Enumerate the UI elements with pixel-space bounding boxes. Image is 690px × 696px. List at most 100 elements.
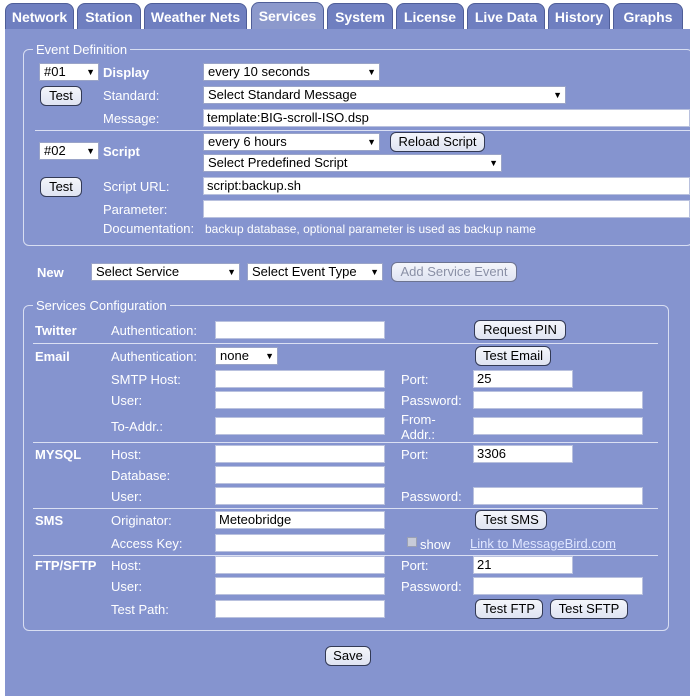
event-separator xyxy=(35,130,690,131)
email-auth-select[interactable]: none ▼ xyxy=(215,347,278,365)
ftp-port-input[interactable]: 21 xyxy=(473,556,573,574)
chevron-down-icon: ▼ xyxy=(227,267,236,277)
to-addr-label: To-Addr.: xyxy=(111,419,164,434)
event1-standard-select[interactable]: Select Standard Message ▼ xyxy=(203,86,566,104)
mysql-user-input[interactable] xyxy=(215,487,385,505)
messagebird-link[interactable]: Link to MessageBird.com xyxy=(470,536,616,551)
select-service-value: Select Service xyxy=(96,264,180,279)
request-pin-button[interactable]: Request PIN xyxy=(474,320,566,340)
test-path-input[interactable] xyxy=(215,600,385,618)
select-service-dropdown[interactable]: Select Service ▼ xyxy=(91,263,240,281)
ftp-user-input[interactable] xyxy=(215,577,385,595)
chevron-down-icon: ▼ xyxy=(370,267,379,277)
test-sftp-button[interactable]: Test SFTP xyxy=(550,599,628,619)
event1-number-value: #01 xyxy=(44,64,66,79)
ftp-title: FTP/SFTP xyxy=(35,558,97,573)
documentation-label: Documentation: xyxy=(103,221,195,236)
email-port-input[interactable]: 25 xyxy=(473,370,573,388)
tab-weather-nets[interactable]: Weather Nets xyxy=(144,3,247,29)
ftp-password-input[interactable] xyxy=(473,577,643,595)
originator-input[interactable]: Meteobridge xyxy=(215,511,385,529)
test-path-label: Test Path: xyxy=(111,602,169,617)
twitter-auth-label: Authentication: xyxy=(111,323,198,338)
parameter-input[interactable] xyxy=(203,200,690,218)
ftp-host-label: Host: xyxy=(111,558,142,573)
ftp-password-label: Password: xyxy=(401,579,462,594)
show-key-label: show xyxy=(420,537,451,552)
email-password-input[interactable] xyxy=(473,391,643,409)
event1-standard-label: Standard: xyxy=(103,88,160,103)
documentation-text: backup database, optional parameter is u… xyxy=(205,222,536,236)
add-service-event-button[interactable]: Add Service Event xyxy=(391,262,517,282)
to-addr-input[interactable] xyxy=(215,417,385,435)
chevron-down-icon: ▼ xyxy=(367,67,376,77)
from-addr-label-2: Addr.: xyxy=(401,427,435,442)
event2-number-select[interactable]: #02 ▼ xyxy=(39,142,99,160)
event1-message-input[interactable]: template:BIG-scroll-ISO.dsp xyxy=(203,109,690,127)
mysql-database-label: Database: xyxy=(111,468,171,483)
tab-bar: Network Station Weather Nets Services Sy… xyxy=(0,0,690,30)
from-addr-label-1: From- xyxy=(401,412,436,427)
event1-number-select[interactable]: #01 ▼ xyxy=(39,63,99,81)
access-key-input[interactable] xyxy=(215,534,385,552)
twitter-auth-input[interactable] xyxy=(215,321,385,339)
new-label: New xyxy=(37,265,64,280)
ftp-host-input[interactable] xyxy=(215,556,385,574)
sms-title: SMS xyxy=(35,513,64,528)
mysql-port-input[interactable]: 3306 xyxy=(473,445,573,463)
tab-graphs[interactable]: Graphs xyxy=(613,3,683,29)
mysql-user-label: User: xyxy=(111,489,143,504)
chevron-down-icon: ▼ xyxy=(489,158,498,168)
ftp-port-label: Port: xyxy=(401,558,429,573)
event1-standard-value: Select Standard Message xyxy=(208,87,357,102)
email-password-label: Password: xyxy=(401,393,462,408)
tab-services[interactable]: Services xyxy=(251,2,324,30)
select-event-type-dropdown[interactable]: Select Event Type ▼ xyxy=(247,263,383,281)
services-configuration-legend: Services Configuration xyxy=(36,298,167,313)
mysql-separator xyxy=(33,508,658,509)
tab-history[interactable]: History xyxy=(548,3,610,29)
tab-live-data[interactable]: Live Data xyxy=(467,3,545,29)
script-url-input[interactable]: script:backup.sh xyxy=(203,177,690,195)
chevron-down-icon: ▼ xyxy=(265,351,274,361)
event2-interval-select[interactable]: every 6 hours ▼ xyxy=(203,133,380,151)
tab-system[interactable]: System xyxy=(327,3,393,29)
email-port-label: Port: xyxy=(401,372,429,387)
event1-interval-value: every 10 seconds xyxy=(208,64,310,79)
mysql-password-label: Password: xyxy=(401,489,462,504)
chevron-down-icon: ▼ xyxy=(367,137,376,147)
mysql-database-input[interactable] xyxy=(215,466,385,484)
test-ftp-button[interactable]: Test FTP xyxy=(475,599,543,619)
event1-test-button[interactable]: Test xyxy=(40,86,82,106)
email-title: Email xyxy=(35,349,70,364)
predefined-script-select[interactable]: Select Predefined Script ▼ xyxy=(203,154,502,172)
from-addr-input[interactable] xyxy=(473,417,643,435)
mysql-password-input[interactable] xyxy=(473,487,643,505)
tab-license[interactable]: License xyxy=(396,3,464,29)
event1-type-label: Display xyxy=(103,65,150,80)
test-sms-button[interactable]: Test SMS xyxy=(475,510,547,530)
event-definition-legend: Event Definition xyxy=(36,42,128,57)
event2-test-button[interactable]: Test xyxy=(40,177,82,197)
email-user-label: User: xyxy=(111,393,143,408)
select-event-type-value: Select Event Type xyxy=(252,264,357,279)
test-email-button[interactable]: Test Email xyxy=(475,346,551,366)
tab-station[interactable]: Station xyxy=(77,3,141,29)
chevron-down-icon: ▼ xyxy=(86,67,95,77)
email-auth-label: Authentication: xyxy=(111,349,198,364)
mysql-title: MYSQL xyxy=(35,447,82,462)
reload-script-button[interactable]: Reload Script xyxy=(390,132,485,152)
show-key-checkbox[interactable] xyxy=(407,537,417,547)
smtp-host-input[interactable] xyxy=(215,370,385,388)
twitter-title: Twitter xyxy=(35,323,77,338)
event1-message-label: Message: xyxy=(103,111,160,126)
originator-label: Originator: xyxy=(111,513,172,528)
email-user-input[interactable] xyxy=(215,391,385,409)
event1-interval-select[interactable]: every 10 seconds ▼ xyxy=(203,63,380,81)
predefined-script-value: Select Predefined Script xyxy=(208,155,348,170)
ftp-user-label: User: xyxy=(111,579,143,594)
event2-interval-value: every 6 hours xyxy=(208,134,287,149)
mysql-host-input[interactable] xyxy=(215,445,385,463)
save-button[interactable]: Save xyxy=(325,646,371,666)
tab-network[interactable]: Network xyxy=(5,3,74,29)
